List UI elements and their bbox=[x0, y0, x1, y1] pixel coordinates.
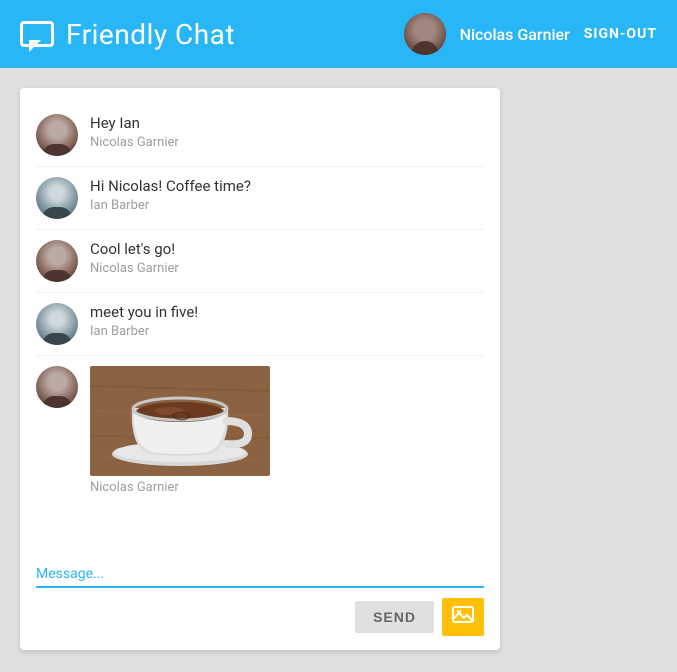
user-name: Nicolas Garnier bbox=[460, 25, 570, 44]
user-avatar bbox=[404, 13, 446, 55]
message-content: Nicolas Garnier bbox=[90, 366, 484, 495]
message-sender: Nicolas Garnier bbox=[90, 261, 484, 276]
messages-list: Hey Ian Nicolas Garnier Hi Nicolas! Coff… bbox=[20, 88, 500, 558]
image-upload-button[interactable] bbox=[442, 598, 484, 636]
chat-icon bbox=[20, 21, 54, 47]
avatar-nicolas bbox=[36, 366, 78, 408]
input-row: SEND bbox=[36, 598, 484, 636]
sign-out-button[interactable]: SIGN-OUT bbox=[584, 26, 657, 42]
avatar-nicolas bbox=[36, 240, 78, 282]
message-row: Hey Ian Nicolas Garnier bbox=[36, 104, 484, 167]
message-input-label[interactable]: Message... bbox=[36, 566, 484, 582]
message-content: Cool let's go! Nicolas Garnier bbox=[90, 240, 484, 276]
message-text: Hi Nicolas! Coffee time? bbox=[90, 177, 484, 195]
message-content: Hi Nicolas! Coffee time? Ian Barber bbox=[90, 177, 484, 213]
message-sender: Nicolas Garnier bbox=[90, 480, 484, 495]
message-sender: Ian Barber bbox=[90, 324, 484, 339]
input-underline bbox=[36, 586, 484, 588]
message-content: meet you in five! Ian Barber bbox=[90, 303, 484, 339]
message-text: meet you in five! bbox=[90, 303, 484, 321]
chat-card: Hey Ian Nicolas Garnier Hi Nicolas! Coff… bbox=[20, 88, 500, 650]
send-button[interactable]: SEND bbox=[355, 601, 434, 633]
avatar-face bbox=[404, 13, 446, 55]
message-input[interactable] bbox=[36, 609, 347, 626]
message-sender: Ian Barber bbox=[90, 198, 484, 213]
message-text: Cool let's go! bbox=[90, 240, 484, 258]
avatar-nicolas bbox=[36, 114, 78, 156]
app-header: Friendly Chat Nicolas Garnier SIGN-OUT bbox=[0, 0, 677, 68]
avatar-ian bbox=[36, 177, 78, 219]
app-title: Friendly Chat bbox=[66, 18, 235, 51]
image-icon bbox=[452, 604, 474, 630]
message-content: Hey Ian Nicolas Garnier bbox=[90, 114, 484, 150]
message-row: Nicolas Garnier bbox=[36, 356, 484, 505]
header-left: Friendly Chat bbox=[20, 18, 235, 51]
avatar-ian bbox=[36, 303, 78, 345]
message-sender: Nicolas Garnier bbox=[90, 135, 484, 150]
message-row: Cool let's go! Nicolas Garnier bbox=[36, 230, 484, 293]
main-content: Hey Ian Nicolas Garnier Hi Nicolas! Coff… bbox=[0, 68, 677, 672]
message-text: Hey Ian bbox=[90, 114, 484, 132]
input-area: Message... SEND bbox=[20, 558, 500, 650]
message-row: Hi Nicolas! Coffee time? Ian Barber bbox=[36, 167, 484, 230]
coffee-image bbox=[90, 366, 270, 476]
message-row: meet you in five! Ian Barber bbox=[36, 293, 484, 356]
header-right: Nicolas Garnier SIGN-OUT bbox=[404, 13, 657, 55]
